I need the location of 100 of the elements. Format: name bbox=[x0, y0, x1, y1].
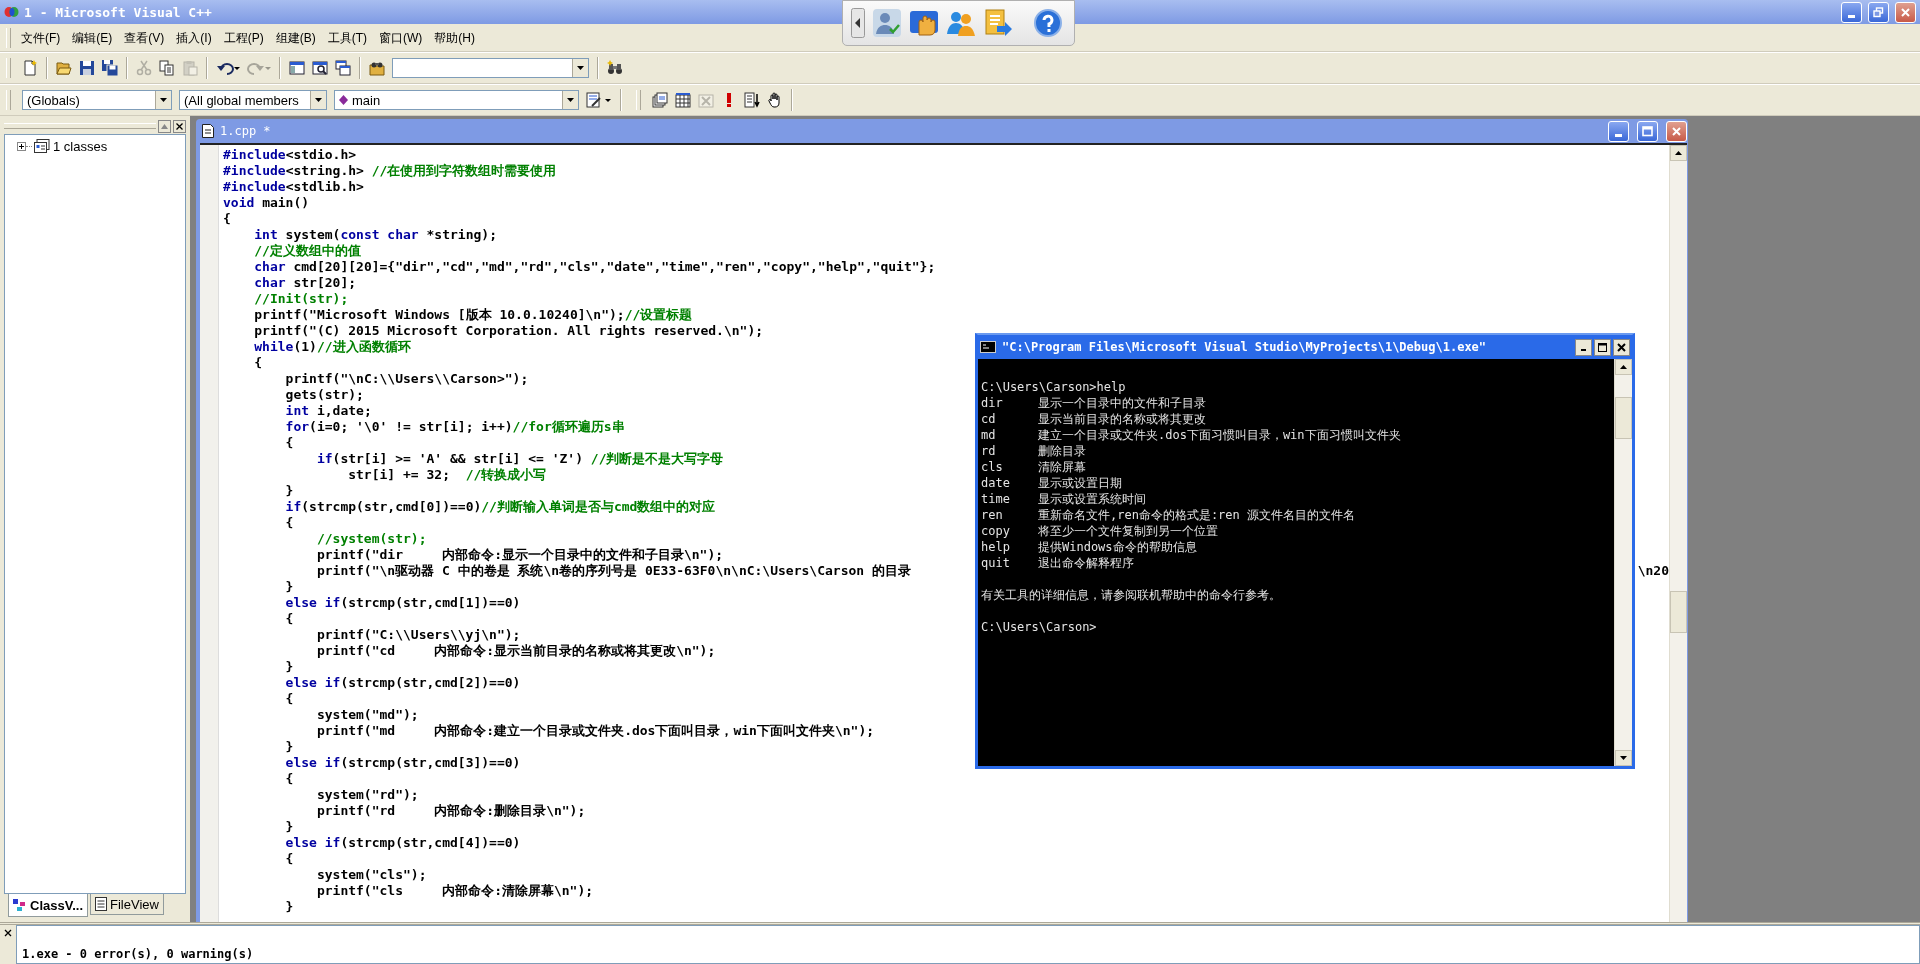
up-arrow-icon[interactable] bbox=[1620, 365, 1627, 369]
binoculars-icon[interactable] bbox=[607, 60, 623, 76]
command-name: md bbox=[981, 427, 997, 443]
maximize-icon bbox=[1598, 342, 1607, 352]
close-icon[interactable] bbox=[2, 927, 14, 939]
code-line: { bbox=[285, 851, 294, 867]
code-line: printf("Microsoft Windows [版本 10.0.10240]\n");//设置标题 bbox=[254, 307, 693, 323]
command-name: help bbox=[981, 539, 1011, 555]
dropdown-arrow-icon[interactable] bbox=[315, 98, 322, 102]
code-line: #include<stdlib.h> bbox=[223, 179, 364, 195]
command-description: 删除目录 bbox=[1038, 443, 1086, 459]
code-line: //定义数组中的值 bbox=[254, 243, 361, 259]
code-line: #include<stdio.h> bbox=[223, 147, 357, 163]
app-icon bbox=[4, 5, 20, 19]
menu-item[interactable]: 工程(P) bbox=[217, 28, 270, 47]
code-line: printf("cls 内部命令:清除屏幕\n"); bbox=[316, 883, 594, 899]
menu-item[interactable]: 编辑(E) bbox=[66, 28, 119, 47]
document-icon bbox=[202, 124, 214, 138]
tree-item[interactable]: 1 classes bbox=[53, 138, 108, 154]
command-description: 显示或设置系统时间 bbox=[1038, 491, 1146, 507]
console-prompt: C:\Users\Carson> bbox=[981, 619, 1098, 635]
command-name: copy bbox=[981, 523, 1011, 539]
undo-icon[interactable] bbox=[216, 60, 240, 76]
command-name: cls bbox=[981, 459, 1004, 475]
classes-icon bbox=[34, 139, 50, 153]
floppy-disks-icon[interactable] bbox=[102, 60, 118, 76]
menu-item[interactable]: 文件(F) bbox=[15, 28, 67, 47]
copy-icon[interactable] bbox=[159, 60, 175, 76]
help-icon[interactable] bbox=[1034, 9, 1062, 37]
code-line: char str[20]; bbox=[254, 275, 357, 291]
scrollbar[interactable] bbox=[1614, 359, 1632, 766]
member-combo-box[interactable]: main bbox=[334, 90, 579, 110]
code-line: #include<string.h> //在使用到字符数组时需要使用 bbox=[223, 163, 557, 179]
expander-icon[interactable] bbox=[17, 141, 26, 151]
code-line: else if(strcmp(str,cmd[2])==0) bbox=[285, 675, 521, 691]
maximize-button[interactable] bbox=[1594, 338, 1611, 356]
code-line: int i,date; bbox=[285, 403, 372, 419]
code-line: } bbox=[285, 819, 294, 835]
scrollbar-thumb[interactable] bbox=[1670, 591, 1687, 633]
code-line: } bbox=[285, 579, 294, 595]
pages-icon[interactable] bbox=[652, 92, 668, 108]
maximize-icon bbox=[1642, 125, 1653, 137]
close-button[interactable] bbox=[1613, 338, 1630, 356]
wizard-action-icon[interactable] bbox=[586, 92, 612, 108]
code-line: printf("C:\\Users\\yj\n"); bbox=[316, 627, 521, 643]
menu-item[interactable]: 查看(V) bbox=[118, 28, 171, 47]
close-icon[interactable] bbox=[173, 119, 186, 133]
code-line: } bbox=[285, 659, 294, 675]
list-arrow-icon[interactable] bbox=[744, 92, 760, 108]
new-file-icon[interactable] bbox=[22, 60, 38, 76]
menu-item[interactable]: 插入(I) bbox=[170, 28, 218, 47]
hand-icon[interactable] bbox=[767, 92, 783, 108]
squares-icon bbox=[13, 898, 27, 912]
command-description: 退出命令解释程序 bbox=[1038, 555, 1134, 571]
command-description: 显示一个目录中的文件和子目录 bbox=[1038, 395, 1206, 411]
menu-item[interactable]: 组建(B) bbox=[269, 28, 322, 47]
code-line: else if(strcmp(str,cmd[4])==0) bbox=[285, 835, 521, 851]
build-output-message: 1.exe - 0 error(s), 0 warning(s) bbox=[22, 947, 254, 961]
scrollbar[interactable] bbox=[1669, 145, 1687, 922]
code-line: char cmd[20][20]={"dir","cd","md","rd","cls","date","time","ren","copy","help","quit"}; bbox=[254, 259, 936, 275]
console-title: "C:\Program Files\Microsoft Visual Studio\MyProjects\1\Debug\1.exe" bbox=[1002, 340, 1487, 354]
console-icon bbox=[980, 341, 996, 353]
scrollbar-thumb[interactable] bbox=[1615, 397, 1632, 439]
user-check-icon[interactable] bbox=[872, 8, 902, 38]
workspace-tab[interactable]: ClassV... bbox=[8, 894, 88, 917]
class-combo-box[interactable]: (Globals) bbox=[22, 90, 172, 110]
dropdown-arrow-icon[interactable] bbox=[160, 98, 167, 102]
command-name: rd bbox=[981, 443, 997, 459]
code-line: { bbox=[254, 355, 263, 371]
windows-icon[interactable] bbox=[335, 60, 351, 76]
code-fragment: \n20 bbox=[1637, 563, 1669, 579]
code-line: gets(str); bbox=[285, 387, 364, 403]
menu-item[interactable]: 窗口(W) bbox=[373, 28, 429, 47]
panel-window-icon[interactable] bbox=[289, 60, 305, 76]
up-arrow-icon[interactable] bbox=[1675, 151, 1682, 155]
menu-item[interactable]: 工具(T) bbox=[321, 28, 373, 47]
restore-icon bbox=[1873, 6, 1884, 18]
code-line: else if(strcmp(str,cmd[1])==0) bbox=[285, 595, 521, 611]
filter-combo-box[interactable]: (All global members bbox=[179, 90, 327, 110]
restore-button[interactable] bbox=[1868, 1, 1889, 23]
code-line: system("rd"); bbox=[316, 787, 419, 803]
hand-screen-icon[interactable] bbox=[909, 8, 939, 38]
dropdown-arrow-icon[interactable] bbox=[577, 66, 584, 70]
dropdown-arrow-icon[interactable] bbox=[567, 98, 574, 102]
code-line: } bbox=[285, 899, 294, 915]
minimize-icon bbox=[1615, 133, 1622, 137]
folder-binoculars-icon[interactable] bbox=[369, 60, 385, 76]
workspace-tab[interactable]: FileView bbox=[90, 894, 164, 915]
code-line: { bbox=[285, 771, 294, 787]
command-name: time bbox=[981, 491, 1011, 507]
command-name: dir bbox=[981, 395, 1004, 411]
document-arrow-icon[interactable] bbox=[983, 8, 1013, 38]
output-window-icon[interactable] bbox=[312, 60, 328, 76]
grid-icon[interactable] bbox=[675, 92, 691, 108]
code-line: if(str[i] >= 'A' && str[i] <= 'Z') //判断是不是大写字母 bbox=[316, 451, 724, 467]
code-line: void main() bbox=[223, 195, 310, 211]
minimize-button[interactable] bbox=[1575, 338, 1592, 356]
menu-item[interactable]: 帮助(H) bbox=[428, 28, 481, 47]
folder-icon[interactable] bbox=[56, 60, 72, 76]
down-arrow-icon[interactable] bbox=[1620, 756, 1627, 760]
